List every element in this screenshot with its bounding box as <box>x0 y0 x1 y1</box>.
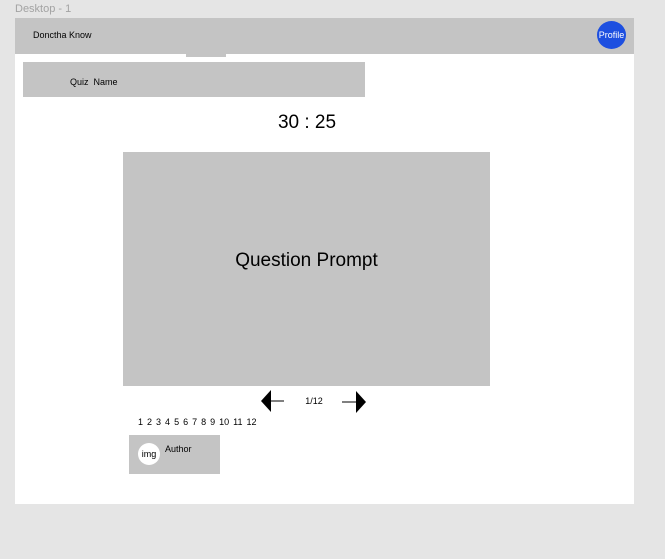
quiz-name: Quiz Name <box>70 77 118 87</box>
question-box: Question Prompt <box>123 152 490 386</box>
frame-label: Desktop - 1 <box>15 3 72 15</box>
desktop-frame: Donctha Know Profile Quiz Name 30 : 25 Q… <box>15 18 634 504</box>
question-number-12[interactable]: 12 <box>247 417 257 427</box>
app-title[interactable]: Donctha Know <box>33 30 92 40</box>
question-number-list: 1 2 3 4 5 6 7 8 9 10 11 12 <box>138 417 257 427</box>
author-card[interactable]: img Author <box>129 435 220 474</box>
page-indicator: 1/12 <box>305 396 323 406</box>
question-number-7[interactable]: 7 <box>192 417 197 427</box>
question-number-9[interactable]: 9 <box>210 417 215 427</box>
next-question-button[interactable] <box>341 391 367 413</box>
navbar: Donctha Know Profile <box>15 18 634 54</box>
arrow-right-icon <box>342 391 366 413</box>
previous-question-button[interactable] <box>261 390 287 412</box>
question-number-2[interactable]: 2 <box>147 417 152 427</box>
author-name: Author <box>165 444 192 454</box>
question-number-1[interactable]: 1 <box>138 417 143 427</box>
question-number-11[interactable]: 11 <box>233 417 242 427</box>
nav-tab-indicator <box>186 54 226 57</box>
question-prompt: Question Prompt <box>235 250 378 271</box>
question-number-5[interactable]: 5 <box>174 417 179 427</box>
question-number-4[interactable]: 4 <box>165 417 170 427</box>
arrow-left-icon <box>261 390 284 412</box>
author-avatar: img <box>138 443 160 465</box>
question-number-6[interactable]: 6 <box>183 417 188 427</box>
question-number-8[interactable]: 8 <box>201 417 206 427</box>
quiz-name-bar: Quiz Name <box>23 62 365 97</box>
question-number-3[interactable]: 3 <box>156 417 161 427</box>
quiz-timer: 30 : 25 <box>277 112 337 133</box>
profile-button[interactable]: Profile <box>597 21 626 49</box>
question-number-10[interactable]: 10 <box>219 417 229 427</box>
